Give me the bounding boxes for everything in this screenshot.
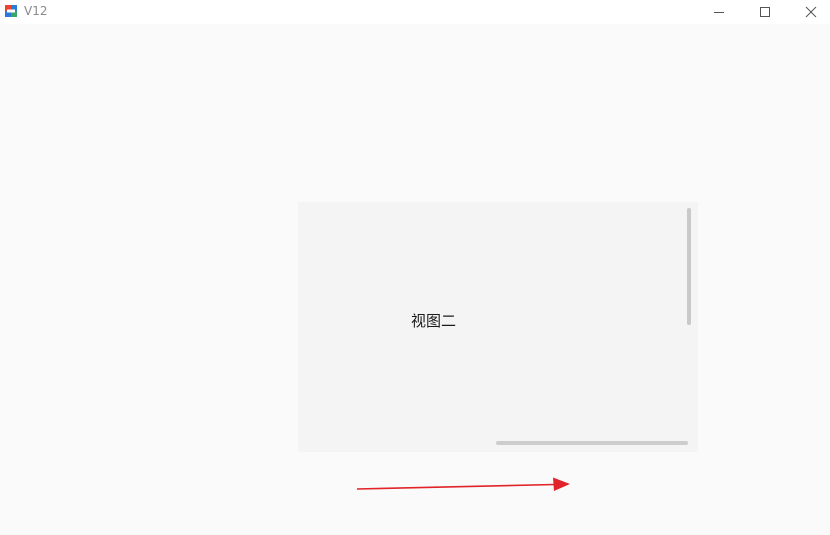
app-logo-icon: [5, 5, 17, 17]
horizontal-scrollbar[interactable]: [496, 441, 688, 445]
view-two-panel[interactable]: 视图二: [298, 202, 698, 452]
close-button[interactable]: [788, 0, 830, 24]
maximize-button[interactable]: [742, 0, 788, 24]
window-title: V12: [24, 4, 48, 18]
maximize-icon: [760, 7, 770, 17]
close-icon: [805, 6, 817, 18]
minimize-button[interactable]: [696, 0, 742, 24]
view-label: 视图二: [411, 312, 457, 330]
app-window: V12 视图二: [0, 0, 830, 535]
vertical-scrollbar[interactable]: [687, 208, 691, 325]
title-bar[interactable]: V12: [0, 0, 830, 24]
right-arrow-icon: [356, 477, 570, 491]
minimize-icon: [714, 12, 724, 13]
